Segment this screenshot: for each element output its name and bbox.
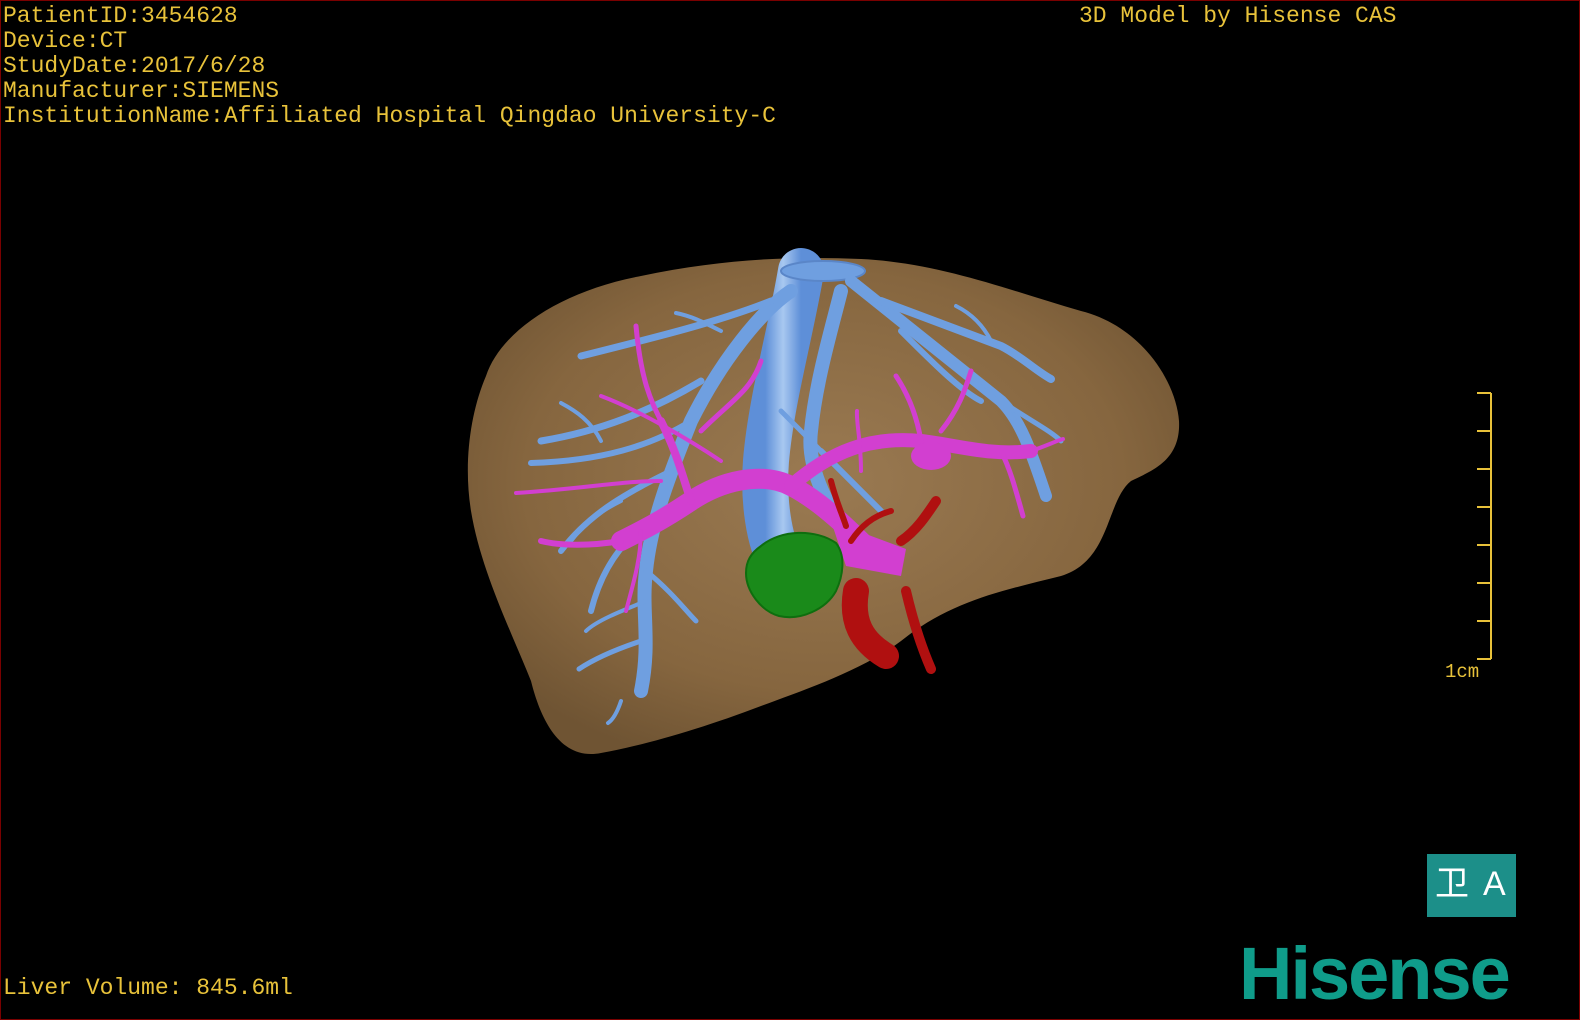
- dicom-info-overlay: PatientID:3454628 Device:CT StudyDate:20…: [3, 4, 776, 129]
- badge-glyph-left: 卫: [1435, 865, 1469, 903]
- liver-3d-model[interactable]: [1, 1, 1579, 1019]
- 3d-render-viewport[interactable]: PatientID:3454628 Device:CT StudyDate:20…: [0, 0, 1580, 1020]
- study-date: StudyDate:2017/6/28: [3, 53, 266, 79]
- device: Device:CT: [3, 28, 128, 54]
- hisense-logo: Hisense: [1239, 932, 1511, 1015]
- model-credit: 3D Model by Hisense CAS: [1079, 3, 1397, 29]
- patient-id: PatientID:3454628: [3, 3, 238, 29]
- scale-bar-label: 1cm: [1445, 661, 1480, 683]
- manufacturer: Manufacturer:SIEMENS: [3, 78, 280, 104]
- institution-name: InstitutionName:Affiliated Hospital Qing…: [3, 103, 776, 129]
- certification-badge-icon: 卫 A: [1427, 854, 1516, 917]
- scale-bar: [1477, 392, 1492, 660]
- liver-volume: Liver Volume: 845.6ml: [3, 975, 293, 1001]
- badge-glyph-right: A: [1483, 865, 1506, 903]
